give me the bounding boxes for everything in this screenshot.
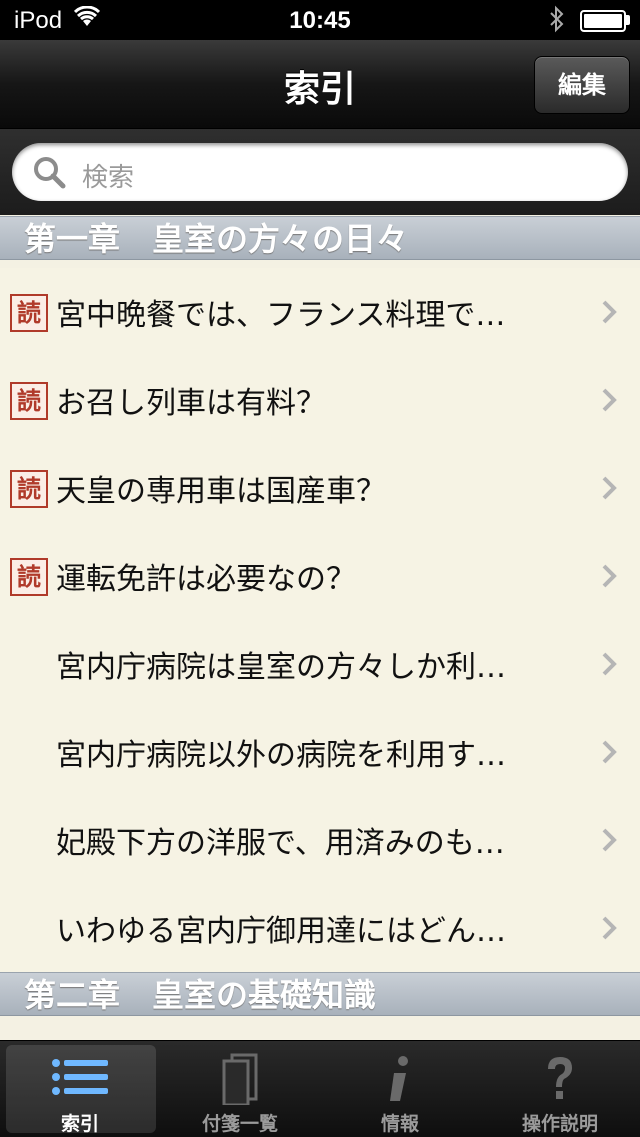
list-item-label: 宮内庁病院は皇室の方々しか利… bbox=[56, 650, 506, 685]
info-icon bbox=[370, 1053, 430, 1105]
battery-icon bbox=[580, 10, 626, 32]
chevron-right-icon bbox=[596, 736, 622, 768]
sticky-notes-icon bbox=[210, 1053, 270, 1107]
list-item[interactable]: 読 宮中晩餐では、フランス料理で… bbox=[0, 268, 640, 357]
list-item[interactable]: 読 天皇の専用車は国産車？ bbox=[0, 444, 640, 533]
list-item-label: 宮内庁病院以外の病院を利用す… bbox=[56, 738, 506, 773]
read-badge-icon: 読 bbox=[10, 382, 48, 420]
list-item-label: 天皇の専用車は国産車？ bbox=[56, 474, 386, 509]
clock: 10:45 bbox=[289, 7, 351, 34]
battery-tip bbox=[626, 15, 630, 25]
list-item[interactable]: 妃殿下方の洋服で、用済みのも… bbox=[0, 796, 640, 885]
navigation-bar: 索引 編集 bbox=[0, 40, 640, 129]
read-badge-icon: 読 bbox=[10, 294, 48, 332]
list-item[interactable]: 読 運転免許は必要なの？ bbox=[0, 532, 640, 621]
list-item-label: いわゆる宮内庁御用達にはどん… bbox=[56, 914, 506, 949]
list-item-label: 宮中晩餐では、フランス料理で… bbox=[56, 298, 506, 333]
help-icon bbox=[530, 1053, 590, 1105]
tab-info[interactable]: 情報 bbox=[320, 1041, 480, 1137]
status-bar: iPod 10:45 bbox=[0, 0, 640, 40]
tab-label: 索引 bbox=[60, 1113, 99, 1135]
search-placeholder: 検索 bbox=[82, 163, 135, 193]
tab-label: 操作説明 bbox=[521, 1113, 598, 1135]
chevron-right-icon bbox=[596, 560, 622, 592]
tab-help[interactable]: 操作説明 bbox=[480, 1041, 640, 1137]
chevron-right-icon bbox=[596, 912, 622, 944]
chevron-right-icon bbox=[596, 472, 622, 504]
chevron-right-icon bbox=[596, 648, 622, 680]
list-icon bbox=[50, 1053, 110, 1105]
read-badge-icon: 読 bbox=[10, 470, 48, 508]
chevron-right-icon bbox=[596, 824, 622, 856]
tab-label: 情報 bbox=[380, 1113, 419, 1135]
tab-label: 付箋一覧 bbox=[201, 1113, 278, 1135]
chevron-right-icon bbox=[596, 296, 622, 328]
section-header-chapter-2: 第二章 皇室の基礎知識 bbox=[0, 972, 640, 1016]
list-item-label: お召し列車は有料？ bbox=[56, 386, 326, 421]
list-item-label: 妃殿下方の洋服で、用済みのも… bbox=[56, 826, 505, 861]
list-item[interactable]: 宮内庁病院は皇室の方々しか利… bbox=[0, 620, 640, 709]
section-header-chapter-1: 第一章 皇室の方々の日々 bbox=[0, 216, 640, 260]
list-item[interactable]: 宮内庁病院以外の病院を利用す… bbox=[0, 708, 640, 797]
tab-bar: 索引 付箋一覧 情報 操作説明 bbox=[0, 1040, 640, 1137]
read-badge-icon: 読 bbox=[10, 558, 48, 596]
tab-sticky-notes[interactable]: 付箋一覧 bbox=[160, 1041, 320, 1137]
list-item[interactable]: いわゆる宮内庁御用達にはどん… bbox=[0, 884, 640, 973]
list-item[interactable]: 読 お召し列車は有料？ bbox=[0, 356, 640, 445]
search-input[interactable]: 検索 bbox=[12, 143, 628, 201]
list-item-label: 運転免許は必要なの？ bbox=[56, 562, 356, 597]
search-icon bbox=[32, 155, 66, 189]
search-bar: 検索 bbox=[0, 129, 640, 215]
chevron-right-icon bbox=[596, 384, 622, 416]
tab-index[interactable]: 索引 bbox=[0, 1041, 160, 1137]
bluetooth-icon bbox=[548, 5, 566, 40]
edit-button[interactable]: 編集 bbox=[534, 56, 630, 114]
